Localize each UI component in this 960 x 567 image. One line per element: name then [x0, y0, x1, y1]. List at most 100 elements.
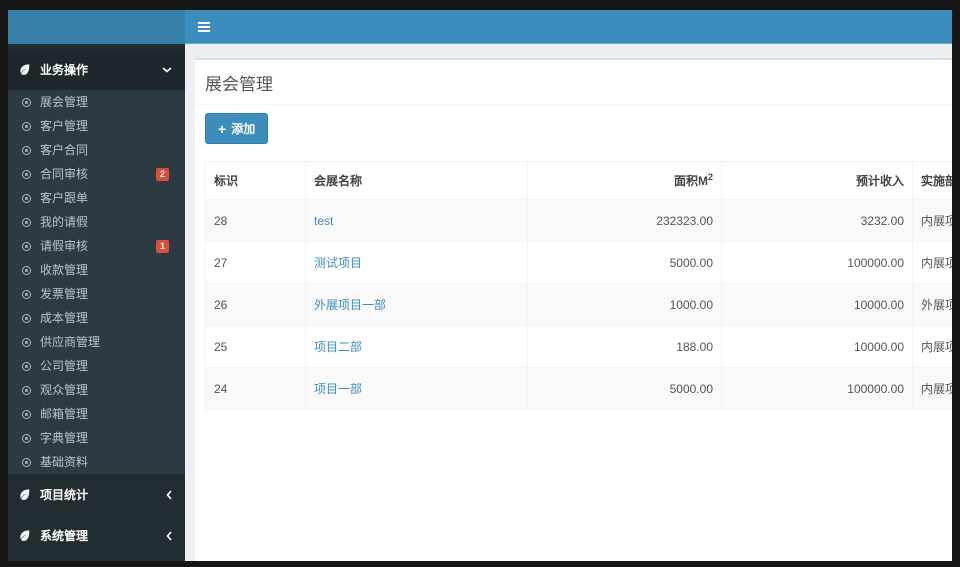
- logo-area[interactable]: [8, 10, 185, 44]
- sidebar-item-supplier-management[interactable]: 供应商管理: [8, 330, 185, 354]
- sidebar-menu: 业务操作展会管理客户管理客户合同合同审核 2 客户跟单我的请假请假审核 1 收款管理发票…: [8, 49, 185, 556]
- leaf-icon: [18, 63, 31, 76]
- cell-name: test: [305, 199, 528, 242]
- cell-area: 188.00: [527, 325, 722, 368]
- cell-revenue: 100000.00: [721, 367, 913, 410]
- cell-dept: 内展项目: [912, 367, 952, 410]
- cell-id: 24: [205, 367, 306, 410]
- exhibition-link[interactable]: 外展项目一部: [314, 298, 386, 312]
- cell-dept: 内展项目: [912, 199, 952, 242]
- add-button[interactable]: + 添加: [205, 113, 269, 144]
- main-content: 展会管理 + 添加 标识会展名称面积M2预计收入实施部门 28test23232…: [185, 44, 952, 561]
- sidebar-item-label: 客户管理: [40, 119, 89, 133]
- column-header-area: 面积M2: [527, 161, 722, 200]
- sidebar-item-label: 收款管理: [40, 263, 89, 277]
- cell-revenue: 3232.00: [721, 199, 913, 242]
- sidebar-section-system-management[interactable]: 系统管理: [8, 515, 185, 556]
- dot-circle-icon: [22, 217, 31, 227]
- submenu-business-operations: 展会管理客户管理客户合同合同审核 2 客户跟单我的请假请假审核 1 收款管理发票管理成本…: [8, 90, 185, 474]
- sidebar-item-label: 请假审核: [40, 239, 89, 253]
- plus-icon: +: [218, 120, 227, 137]
- exhibition-table: 标识会展名称面积M2预计收入实施部门 28 test 232323.003232.0…: [205, 161, 952, 410]
- add-button-label: 添加: [231, 122, 256, 136]
- dot-circle-icon: [22, 385, 31, 395]
- column-header-id: 标识: [205, 161, 306, 200]
- sidebar-item-contract-review[interactable]: 合同审核 2: [8, 162, 185, 186]
- sidebar-item-label: 观众管理: [40, 383, 89, 397]
- dot-circle-icon: [22, 145, 31, 155]
- sidebar-item-label: 合同审核: [40, 167, 89, 181]
- table-row: 25 项目二部 188.0010000.00内展项目: [205, 325, 952, 368]
- cell-name: 项目二部: [305, 325, 528, 368]
- cell-id: 28: [205, 199, 306, 242]
- chevron-left-icon: [166, 489, 172, 500]
- dot-circle-icon: [22, 433, 31, 443]
- dot-circle-icon: [22, 241, 31, 251]
- sidebar-item-customer-follow-up[interactable]: 客户跟单: [8, 186, 185, 210]
- sidebar-item-invoice-management[interactable]: 发票管理: [8, 282, 185, 306]
- sidebar-item-payment-management[interactable]: 收款管理: [8, 258, 185, 282]
- cell-name: 测试项目: [305, 241, 528, 284]
- dot-circle-icon: [22, 409, 31, 419]
- exhibition-link[interactable]: 项目一部: [314, 382, 362, 396]
- cell-name: 项目一部: [305, 367, 528, 410]
- cell-area: 5000.00: [527, 367, 722, 410]
- sidebar-item-label: 公司管理: [40, 359, 89, 373]
- sidebar-item-customer-management[interactable]: 客户管理: [8, 114, 185, 138]
- cell-id: 26: [205, 283, 306, 326]
- sidebar-section-project-statistics[interactable]: 项目统计: [8, 474, 185, 515]
- column-header-name: 会展名称: [305, 161, 528, 200]
- exhibition-link[interactable]: 测试项目: [314, 256, 362, 270]
- app-window: 业务操作 展会管理 客户管理 客户合同 合同审核 2 客户跟单 我的请假 请假审核 1 收款管理 发票…: [8, 10, 952, 561]
- sidebar-item-label: 客户跟单: [40, 191, 89, 205]
- sidebar-item-basic-data[interactable]: 基础资料: [8, 450, 185, 474]
- cell-name: 外展项目一部: [305, 283, 528, 326]
- dot-circle-icon: [22, 457, 31, 467]
- dot-circle-icon: [22, 265, 31, 275]
- sidebar-item-leave-review[interactable]: 请假审核 1: [8, 234, 185, 258]
- table-header-row: 标识会展名称面积M2预计收入实施部门: [205, 161, 952, 200]
- sidebar-section-business-operations[interactable]: 业务操作: [8, 49, 185, 90]
- sidebar-item-label: 字典管理: [40, 431, 89, 445]
- cell-area: 232323.00: [527, 199, 722, 242]
- sidebar-item-dictionary-management[interactable]: 字典管理: [8, 426, 185, 450]
- dot-circle-icon: [22, 193, 31, 203]
- page-title: 展会管理: [205, 75, 273, 94]
- table-row: 24 项目一部 5000.00100000.00内展项目: [205, 367, 952, 410]
- content-panel: 展会管理 + 添加 标识会展名称面积M2预计收入实施部门 28test23232…: [195, 58, 952, 561]
- column-header-dept: 实施部门: [912, 161, 952, 200]
- top-navbar: [185, 10, 952, 44]
- sidebar-toggle-button[interactable]: [185, 10, 223, 44]
- sidebar-item-label: 客户合同: [40, 143, 89, 157]
- panel-body: + 添加 标识会展名称面积M2预计收入实施部门 28 test 232323.003…: [195, 105, 952, 420]
- sidebar-item-customer-contract[interactable]: 客户合同: [8, 138, 185, 162]
- exhibition-link[interactable]: test: [314, 214, 333, 228]
- top-bar: [8, 10, 952, 44]
- cell-revenue: 10000.00: [721, 283, 913, 326]
- hamburger-icon: [198, 20, 210, 34]
- sidebar-item-audience-management[interactable]: 观众管理: [8, 378, 185, 402]
- notification-badge: 1: [155, 239, 169, 253]
- dot-circle-icon: [22, 289, 31, 299]
- sidebar-item-email-management[interactable]: 邮箱管理: [8, 402, 185, 426]
- leaf-icon: [18, 529, 31, 542]
- sidebar-item-exhibition-management[interactable]: 展会管理: [8, 90, 185, 114]
- sidebar-item-my-leave[interactable]: 我的请假: [8, 210, 185, 234]
- sidebar-section-label: 项目统计: [40, 488, 89, 502]
- superscript: 2: [707, 172, 713, 182]
- table-row: 27 测试项目 5000.00100000.00内展项目: [205, 241, 952, 284]
- sidebar-item-label: 基础资料: [40, 455, 89, 469]
- dot-circle-icon: [22, 97, 31, 107]
- sidebar-item-label: 展会管理: [40, 95, 89, 109]
- cell-dept: 内展项目: [912, 325, 952, 368]
- sidebar-item-cost-management[interactable]: 成本管理: [8, 306, 185, 330]
- sidebar-item-company-management[interactable]: 公司管理: [8, 354, 185, 378]
- sidebar-item-label: 发票管理: [40, 287, 89, 301]
- dot-circle-icon: [22, 361, 31, 371]
- cell-revenue: 100000.00: [721, 241, 913, 284]
- exhibition-link[interactable]: 项目二部: [314, 340, 362, 354]
- cell-id: 27: [205, 241, 306, 284]
- dot-circle-icon: [22, 337, 31, 347]
- cell-area: 5000.00: [527, 241, 722, 284]
- sidebar-item-label: 我的请假: [40, 215, 89, 229]
